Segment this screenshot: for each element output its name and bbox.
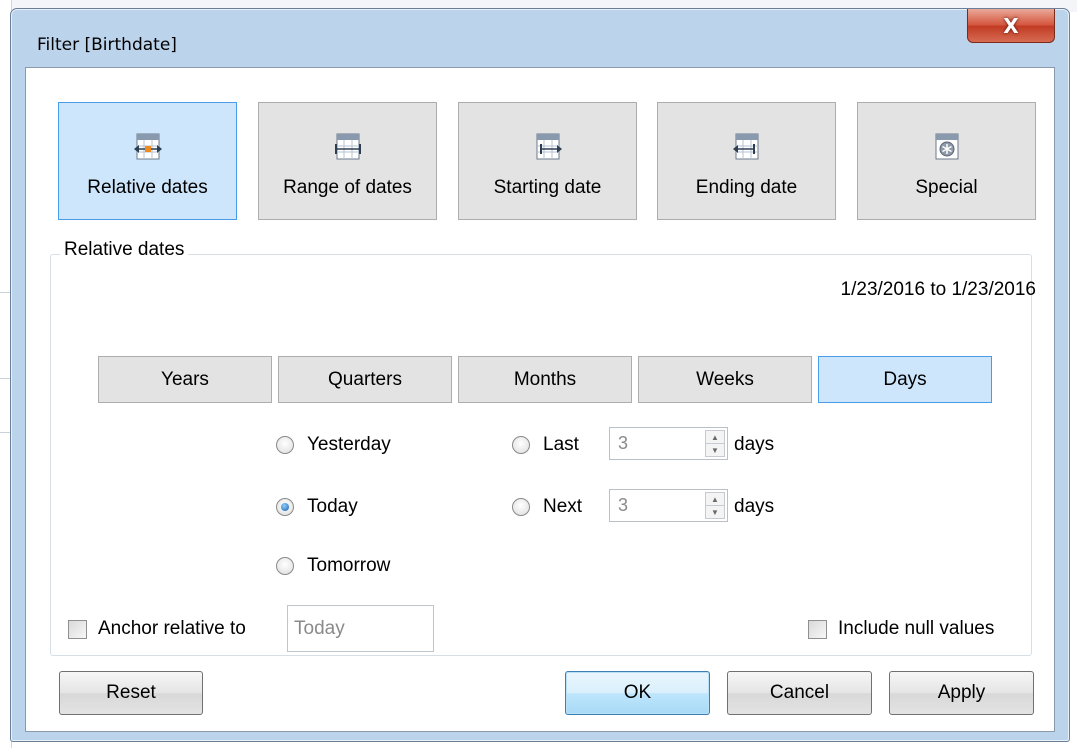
anchor-date-value: Today [294, 618, 345, 639]
filter-dialog: Filter [Birthdate] X Relative dates Rang… [10, 8, 1070, 742]
button-label: OK [623, 682, 652, 703]
radio-last[interactable]: Last [512, 434, 579, 456]
special-icon [935, 133, 958, 160]
ok-button[interactable]: OK [565, 671, 710, 715]
unit-quarters-button[interactable]: Quarters [278, 356, 452, 403]
unit-days-button[interactable]: Days [818, 356, 992, 403]
category-label: Relative dates [87, 177, 208, 198]
category-label: Starting date [493, 177, 602, 198]
radio-button[interactable] [276, 498, 294, 516]
unit-label: Quarters [328, 368, 402, 390]
radio-button[interactable] [276, 436, 294, 454]
chevron-down-icon[interactable]: ▼ [706, 506, 724, 519]
unit-months-button[interactable]: Months [458, 356, 632, 403]
radio-label: Today [307, 496, 358, 517]
anchor-relative-checkbox[interactable] [68, 619, 87, 639]
checkbox-label: Anchor relative to [98, 618, 246, 639]
button-label: Apply [937, 682, 986, 703]
starting-date-button[interactable]: Starting date [458, 102, 637, 220]
radio-yesterday[interactable]: Yesterday [276, 434, 391, 456]
ending-date-icon [732, 133, 758, 160]
radio-button[interactable] [512, 436, 530, 454]
dialog-body: Relative dates Range of dates Starting d… [25, 67, 1055, 732]
next-count-stepper[interactable]: 3 ▲ ▼ [609, 489, 728, 522]
reset-button[interactable]: Reset [59, 671, 203, 715]
radio-label: Yesterday [307, 434, 391, 455]
title-bar[interactable]: Filter [Birthdate] X [11, 9, 1069, 65]
anchor-relative-checkbox-row[interactable]: Anchor relative to [68, 618, 246, 640]
apply-button[interactable]: Apply [889, 671, 1034, 715]
next-unit-label: days [734, 496, 775, 517]
unit-weeks-button[interactable]: Weeks [638, 356, 812, 403]
include-null-checkbox-row[interactable]: Include null values [808, 618, 994, 640]
radio-button[interactable] [512, 498, 530, 516]
category-label: Ending date [695, 177, 798, 198]
group-title: Relative dates [60, 239, 189, 261]
chevron-up-icon[interactable]: ▲ [706, 493, 724, 506]
last-unit-label: days [734, 434, 775, 455]
relative-dates-button[interactable]: Relative dates [58, 102, 237, 220]
cancel-button[interactable]: Cancel [727, 671, 872, 715]
anchor-date-field[interactable]: Today [287, 605, 434, 652]
chevron-up-icon[interactable]: ▲ [706, 431, 724, 444]
button-label: Reset [106, 682, 156, 703]
unit-label: Months [513, 368, 577, 390]
starting-date-icon [536, 133, 562, 160]
radio-label: Next [543, 496, 583, 517]
button-label: Cancel [769, 682, 830, 703]
unit-years-button[interactable]: Years [98, 356, 272, 403]
category-label: Range of dates [283, 177, 412, 198]
radio-label: Last [543, 434, 579, 455]
radio-next[interactable]: Next [512, 496, 582, 518]
include-null-checkbox[interactable] [808, 619, 827, 639]
checkbox-label: Include null values [838, 618, 995, 639]
special-button[interactable]: Special [857, 102, 1036, 220]
stepper-buttons: ▲ ▼ [705, 492, 725, 519]
radio-today[interactable]: Today [276, 496, 358, 518]
radio-label: Tomorrow [307, 555, 391, 576]
last-count-value: 3 [618, 433, 629, 453]
unit-label: Weeks [696, 368, 754, 390]
date-range-summary: 1/23/2016 to 1/23/2016 [840, 279, 1036, 300]
range-of-dates-icon [334, 133, 361, 160]
close-icon: X [1003, 13, 1019, 38]
stepper-buttons: ▲ ▼ [705, 430, 725, 457]
radio-button[interactable] [276, 557, 294, 575]
ending-date-button[interactable]: Ending date [657, 102, 836, 220]
next-count-value: 3 [618, 495, 629, 515]
relative-dates-icon [133, 133, 162, 160]
last-count-stepper[interactable]: 3 ▲ ▼ [609, 427, 728, 460]
unit-label: Years [161, 368, 209, 390]
range-of-dates-button[interactable]: Range of dates [258, 102, 437, 220]
chevron-down-icon[interactable]: ▼ [706, 444, 724, 457]
radio-tomorrow[interactable]: Tomorrow [276, 555, 390, 577]
unit-label: Days [883, 368, 927, 390]
close-button[interactable]: X [967, 9, 1055, 43]
category-label: Special [915, 177, 978, 198]
dialog-title: Filter [Birthdate] [37, 35, 177, 55]
